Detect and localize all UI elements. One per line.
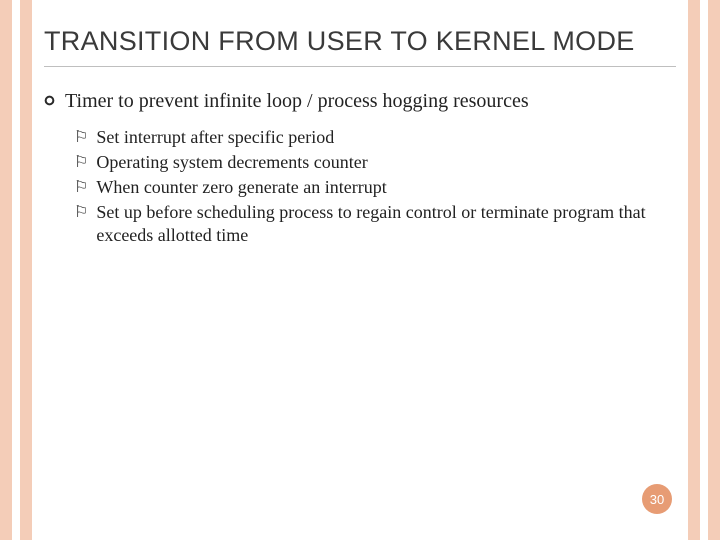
decorative-stripe-right-outer — [708, 0, 720, 540]
decorative-stripe-left-inner — [20, 0, 32, 540]
ring-bullet-icon — [44, 95, 55, 106]
page-number-badge: 30 — [642, 484, 672, 514]
wavy-bullet-icon: ⚐ — [74, 176, 88, 199]
sub-bullet-item: ⚐ Set up before scheduling process to re… — [74, 201, 676, 247]
page-number-text: 30 — [650, 492, 664, 507]
sub-bullet-item: ⚐ Set interrupt after specific period — [74, 126, 676, 149]
main-bullet-text: Timer to prevent infinite loop / process… — [65, 89, 529, 114]
sub-bullet-item: ⚐ Operating system decrements counter — [74, 151, 676, 174]
sub-bullet-text: Set interrupt after specific period — [96, 126, 676, 149]
sub-bullet-text: Set up before scheduling process to rega… — [96, 201, 676, 247]
sub-bullet-text: Operating system decrements counter — [96, 151, 676, 174]
main-bullet-item: Timer to prevent infinite loop / process… — [44, 89, 676, 114]
decorative-stripe-left-outer — [0, 0, 12, 540]
sub-bullet-item: ⚐ When counter zero generate an interrup… — [74, 176, 676, 199]
wavy-bullet-icon: ⚐ — [74, 126, 88, 149]
decorative-stripe-right-inner — [688, 0, 700, 540]
sub-bullet-text: When counter zero generate an interrupt — [96, 176, 676, 199]
sub-bullet-list: ⚐ Set interrupt after specific period ⚐ … — [74, 126, 676, 248]
wavy-bullet-icon: ⚐ — [74, 201, 88, 224]
slide-title: TRANSITION FROM USER TO KERNEL MODE — [44, 26, 676, 67]
wavy-bullet-icon: ⚐ — [74, 151, 88, 174]
slide-content: TRANSITION FROM USER TO KERNEL MODE Time… — [44, 26, 676, 520]
